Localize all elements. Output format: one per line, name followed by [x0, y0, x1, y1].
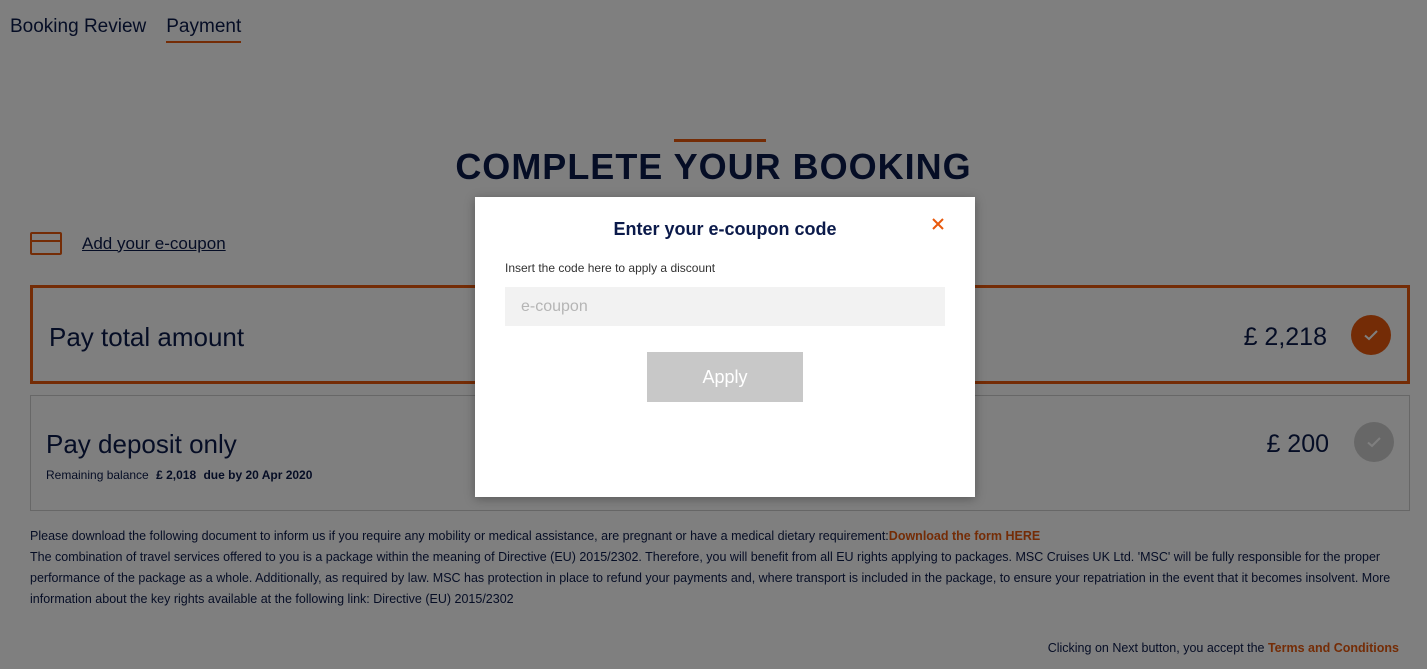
ecoupon-modal: Enter your e-coupon code Insert the code… [475, 197, 975, 497]
ecoupon-input[interactable] [505, 287, 945, 326]
close-icon[interactable] [929, 215, 947, 233]
apply-button[interactable]: Apply [647, 352, 803, 402]
modal-hint: Insert the code here to apply a discount [505, 261, 716, 275]
modal-title: Enter your e-coupon code [613, 219, 837, 239]
